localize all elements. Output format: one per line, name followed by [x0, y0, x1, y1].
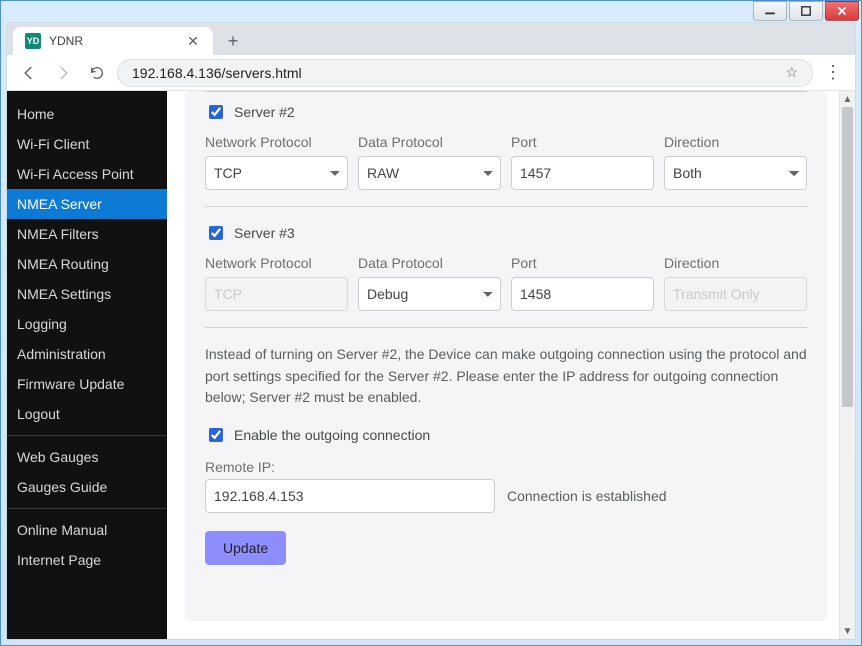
sidebar-item-nmea-routing[interactable]: NMEA Routing	[7, 249, 167, 279]
window-frame: YD YDNR ✕ + 192.168.4.136/servers.html ☆…	[0, 0, 862, 646]
browser-shell: YD YDNR ✕ + 192.168.4.136/servers.html ☆…	[7, 23, 855, 639]
window-minimize-button[interactable]	[753, 1, 787, 21]
outgoing-enable-checkbox[interactable]	[209, 428, 223, 442]
tab-favicon: YD	[25, 33, 41, 49]
server3-direction-select: Transmit Only	[664, 277, 807, 311]
content-scrollbar[interactable]: ▲ ▼	[839, 91, 855, 639]
divider	[205, 206, 807, 207]
outgoing-help-text: Instead of turning on Server #2, the Dev…	[205, 344, 807, 409]
sidebar-item-internet-page[interactable]: Internet Page	[7, 545, 167, 575]
tab-close-icon[interactable]: ✕	[185, 33, 201, 49]
scroll-up-arrow-icon[interactable]: ▲	[840, 91, 855, 107]
nav-reload-button[interactable]	[83, 59, 111, 87]
nav-back-button[interactable]	[15, 59, 43, 87]
browser-tab[interactable]: YD YDNR ✕	[13, 27, 213, 55]
server3-checkbox-label: Server #3	[234, 225, 295, 241]
content-area: Server #2 Network Protocol TCP Data Prot…	[167, 91, 855, 639]
server2-checkbox-label: Server #2	[234, 104, 295, 120]
sidebar-item-wifi-client[interactable]: Wi-Fi Client	[7, 129, 167, 159]
server2-dp-label: Data Protocol	[358, 134, 501, 150]
sidebar-item-nmea-server[interactable]: NMEA Server	[7, 189, 167, 219]
sidebar-item-wifi-ap[interactable]: Wi-Fi Access Point	[7, 159, 167, 189]
tab-strip: YD YDNR ✕ +	[7, 23, 855, 55]
server3-network-protocol-select: TCP	[205, 277, 348, 311]
server3-data-protocol-select[interactable]: Debug	[358, 277, 501, 311]
sidebar-item-administration[interactable]: Administration	[7, 339, 167, 369]
url-field[interactable]: 192.168.4.136/servers.html ☆	[117, 59, 813, 87]
sidebar-item-nmea-filters[interactable]: NMEA Filters	[7, 219, 167, 249]
tab-title: YDNR	[49, 34, 177, 48]
server2-dir-label: Direction	[664, 134, 807, 150]
window-close-button[interactable]	[825, 1, 859, 21]
settings-panel: Server #2 Network Protocol TCP Data Prot…	[185, 91, 827, 621]
server3-port-label: Port	[511, 255, 654, 271]
remote-ip-input[interactable]	[205, 479, 495, 513]
window-maximize-button[interactable]	[789, 1, 823, 21]
server2-np-label: Network Protocol	[205, 134, 348, 150]
server2-port-input[interactable]	[511, 156, 654, 190]
sidebar-item-online-manual[interactable]: Online Manual	[7, 515, 167, 545]
scrollbar-thumb[interactable]	[842, 107, 853, 407]
sidebar-item-logging[interactable]: Logging	[7, 309, 167, 339]
browser-menu-button[interactable]: ⋮	[819, 62, 847, 83]
scroll-down-arrow-icon[interactable]: ▼	[840, 623, 855, 639]
server3-dir-label: Direction	[664, 255, 807, 271]
server2-network-protocol-select[interactable]: TCP	[205, 156, 348, 190]
remote-ip-label: Remote IP:	[205, 459, 807, 475]
server2-port-label: Port	[511, 134, 654, 150]
page: Home Wi-Fi Client Wi-Fi Access Point NME…	[7, 91, 855, 639]
bookmark-star-icon[interactable]: ☆	[785, 64, 798, 81]
divider	[205, 327, 807, 328]
server2-data-protocol-select[interactable]: RAW	[358, 156, 501, 190]
address-bar: 192.168.4.136/servers.html ☆ ⋮	[7, 55, 855, 91]
server2-enable-checkbox[interactable]	[209, 105, 223, 119]
sidebar: Home Wi-Fi Client Wi-Fi Access Point NME…	[7, 91, 167, 639]
sidebar-item-web-gauges[interactable]: Web Gauges	[7, 442, 167, 472]
server3-enable-checkbox[interactable]	[209, 226, 223, 240]
sidebar-item-gauges-guide[interactable]: Gauges Guide	[7, 472, 167, 502]
sidebar-divider	[7, 508, 167, 509]
window-titlebar	[1, 1, 861, 23]
server2-direction-select[interactable]: Both	[664, 156, 807, 190]
update-button[interactable]: Update	[205, 531, 286, 565]
new-tab-button[interactable]: +	[219, 27, 247, 55]
sidebar-item-home[interactable]: Home	[7, 99, 167, 129]
sidebar-item-logout[interactable]: Logout	[7, 399, 167, 429]
server3-port-input[interactable]	[511, 277, 654, 311]
server3-dp-label: Data Protocol	[358, 255, 501, 271]
outgoing-checkbox-label: Enable the outgoing connection	[234, 427, 430, 443]
sidebar-divider	[7, 435, 167, 436]
connection-status: Connection is established	[507, 488, 667, 504]
nav-forward-button[interactable]	[49, 59, 77, 87]
sidebar-item-firmware-update[interactable]: Firmware Update	[7, 369, 167, 399]
url-text: 192.168.4.136/servers.html	[132, 65, 302, 81]
divider	[205, 91, 807, 92]
sidebar-item-nmea-settings[interactable]: NMEA Settings	[7, 279, 167, 309]
server3-np-label: Network Protocol	[205, 255, 348, 271]
